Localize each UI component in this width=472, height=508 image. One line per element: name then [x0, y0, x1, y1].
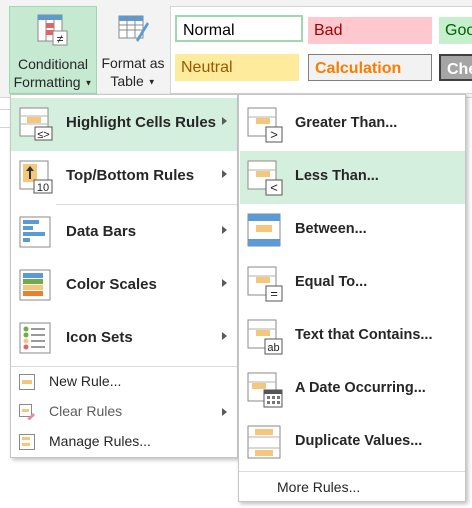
highlight-cells-rules-submenu: > Greater Than... < Less Than... Between… [238, 94, 466, 502]
icon-sets-icon [19, 322, 51, 354]
chevron-right-icon [222, 226, 227, 234]
conditional-formatting-menu: ≤> Highlight Cells Rules 10 Top/Bottom R… [10, 94, 238, 458]
submenu-item-text-contains[interactable]: ab Text that Contains... [240, 310, 465, 363]
svg-text:ab: ab [267, 342, 279, 354]
chevron-right-icon [222, 117, 227, 125]
menu-item-label: Manage Rules... [49, 433, 151, 449]
submenu-item-duplicate-values[interactable]: Duplicate Values... [240, 416, 465, 469]
format-as-table-icon [118, 15, 149, 42]
submenu-item-less-than[interactable]: < Less Than... [240, 151, 465, 204]
chevron-right-icon [222, 279, 227, 287]
menu-item-label: Color Scales [66, 276, 157, 293]
submenu-item-label: Duplicate Values... [295, 433, 423, 449]
menu-item-label: Clear Rules [49, 403, 123, 419]
submenu-item-label: Text that Contains... [295, 327, 433, 343]
gridline [0, 109, 10, 110]
between-icon [247, 213, 281, 247]
style-check-cell[interactable]: Check Cell [439, 54, 472, 81]
top-bottom-icon: 10 [19, 160, 53, 194]
menu-item-clear-rules[interactable]: Clear Rules [11, 398, 237, 426]
menu-separator [239, 471, 465, 472]
menu-item-label: Data Bars [66, 223, 137, 240]
ft-label-line2: Table [110, 73, 144, 89]
manage-rules-icon [19, 434, 35, 450]
menu-item-new-rule[interactable]: New Rule... [11, 368, 237, 396]
ft-label-line1: Format as [101, 55, 165, 71]
clear-rules-icon [19, 404, 35, 420]
style-calculation[interactable]: Calculation [308, 54, 432, 81]
new-rule-icon [19, 374, 35, 390]
style-bad[interactable]: Bad [308, 17, 432, 44]
menu-separator [11, 366, 237, 367]
data-bars-icon [19, 216, 51, 248]
cell-styles-gallery: Normal Bad Good Neutral Calculation Chec… [170, 6, 472, 94]
style-normal[interactable]: Normal [175, 15, 303, 42]
conditional-formatting-button[interactable]: ≠ Conditional Formatting ▼ [9, 6, 97, 94]
svg-text:≤>: ≤> [37, 129, 49, 141]
less-than-icon: < [247, 160, 283, 196]
conditional-formatting-icon: ≠ [37, 14, 68, 46]
menu-item-color-scales[interactable]: Color Scales [11, 260, 237, 313]
menu-separator [56, 204, 237, 205]
submenu-item-between[interactable]: Between... [240, 204, 465, 257]
svg-text:=: = [270, 286, 278, 301]
style-good[interactable]: Good [439, 17, 472, 44]
more-rules-link[interactable]: More Rules... [277, 479, 360, 495]
chevron-right-icon [222, 170, 227, 178]
menu-item-top-bottom-rules[interactable]: 10 Top/Bottom Rules [11, 151, 237, 204]
format-as-table-button[interactable]: Format as Table ▼ [98, 6, 168, 94]
menu-item-manage-rules[interactable]: Manage Rules... [11, 428, 237, 456]
svg-text:≠: ≠ [57, 32, 64, 46]
duplicate-values-icon [247, 425, 281, 459]
chevron-right-icon [222, 332, 227, 340]
svg-text:>: > [270, 127, 278, 142]
menu-item-icon-sets[interactable]: Icon Sets [11, 313, 237, 366]
submenu-item-date-occurring[interactable]: A Date Occurring... [240, 363, 465, 416]
submenu-item-label: Between... [295, 221, 367, 237]
submenu-item-label: A Date Occurring... [295, 380, 426, 396]
cf-label-line2: Formatting [13, 74, 81, 90]
menu-item-label: Top/Bottom Rules [66, 167, 195, 184]
date-occurring-icon [247, 372, 283, 408]
submenu-item-label: Greater Than... [295, 115, 398, 131]
equal-to-icon: = [247, 266, 283, 302]
svg-text:10: 10 [37, 182, 49, 194]
submenu-item-label: Equal To... [295, 274, 368, 290]
menu-item-label: Highlight Cells Rules [66, 114, 217, 131]
ribbon-styles-group: ≠ Conditional Formatting ▼ Format as Tab… [0, 0, 472, 98]
highlight-cells-icon: ≤> [19, 107, 53, 141]
menu-item-data-bars[interactable]: Data Bars [11, 207, 237, 260]
style-neutral[interactable]: Neutral [175, 54, 299, 81]
menu-item-highlight-cells-rules[interactable]: ≤> Highlight Cells Rules [11, 98, 237, 151]
gridline [0, 127, 10, 128]
submenu-item-greater-than[interactable]: > Greater Than... [240, 98, 465, 151]
chevron-right-icon [222, 408, 227, 416]
menu-item-label: Icon Sets [66, 329, 133, 346]
text-contains-icon: ab [247, 319, 283, 355]
menu-item-label: New Rule... [49, 373, 122, 389]
svg-text:<: < [270, 180, 278, 195]
submenu-item-equal-to[interactable]: = Equal To... [240, 257, 465, 310]
chevron-down-icon: ▼ [84, 78, 93, 88]
greater-than-icon: > [247, 107, 283, 143]
cf-label-line1: Conditional [17, 56, 89, 72]
chevron-down-icon: ▼ [147, 77, 156, 87]
color-scales-icon [19, 269, 51, 301]
submenu-item-label: Less Than... [295, 168, 379, 184]
